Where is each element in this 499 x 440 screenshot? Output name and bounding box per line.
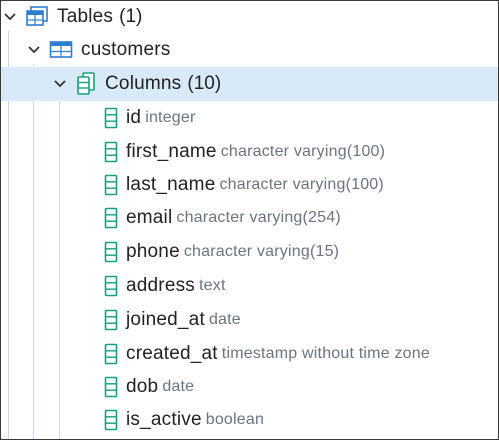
chevron-down-icon[interactable] <box>27 43 41 57</box>
column-icon <box>104 207 118 229</box>
column-name: id <box>126 107 142 128</box>
column-item[interactable]: joined_at date <box>1 304 498 336</box>
column-name: first_name <box>126 141 217 162</box>
column-name: address <box>126 275 195 296</box>
column-name: is_active <box>126 409 202 430</box>
column-icon <box>104 174 118 196</box>
chevron-down-icon[interactable] <box>53 77 67 91</box>
column-name: dob <box>126 376 159 397</box>
column-name: created_at <box>126 343 218 364</box>
column-item[interactable]: is_active boolean <box>1 404 498 436</box>
chevron-down-icon[interactable] <box>3 10 17 24</box>
tree-node-tables[interactable]: Tables (1) <box>1 1 498 33</box>
tables-count: (1) <box>119 6 143 27</box>
column-icon <box>104 309 118 331</box>
column-item[interactable]: id integer <box>1 102 498 134</box>
column-type: character varying(100) <box>220 143 386 160</box>
column-icon <box>104 141 118 163</box>
column-item[interactable]: phone character varying(15) <box>1 236 498 268</box>
column-item[interactable]: address text <box>1 270 498 302</box>
column-name: last_name <box>126 174 216 195</box>
column-item[interactable]: first_name character varying(100) <box>1 136 498 168</box>
columns-icon <box>75 72 97 96</box>
table-label: customers <box>81 39 171 60</box>
column-icon <box>104 409 118 431</box>
column-name: email <box>126 207 173 228</box>
column-item[interactable]: dob date <box>1 371 498 403</box>
column-item[interactable]: email character varying(254) <box>1 202 498 234</box>
column-item[interactable]: created_at timestamp without time zone <box>1 338 498 370</box>
tables-label: Tables <box>57 6 114 27</box>
column-type: character varying(254) <box>176 209 341 226</box>
tables-icon <box>25 6 49 28</box>
column-name: joined_at <box>126 309 205 330</box>
column-type: text <box>199 277 226 294</box>
column-name: phone <box>126 241 180 262</box>
column-type: integer <box>145 109 196 126</box>
tree-node-columns[interactable]: Columns (10) <box>1 67 498 101</box>
object-explorer-tree: Tables (1) customers Columns (10) id int… <box>0 0 499 440</box>
column-icon <box>104 107 118 129</box>
column-item[interactable]: last_name character varying(100) <box>1 169 498 201</box>
column-type: timestamp without time zone <box>221 345 430 362</box>
column-type: date <box>208 311 241 328</box>
column-type: boolean <box>205 411 265 428</box>
column-type: date <box>162 378 195 395</box>
column-type: character varying(15) <box>183 243 340 260</box>
columns-label: Columns <box>105 73 182 94</box>
columns-count: (10) <box>187 73 222 94</box>
column-icon <box>104 343 118 365</box>
column-icon <box>104 275 118 297</box>
column-type: character varying(100) <box>219 176 384 193</box>
table-icon <box>49 40 73 60</box>
column-icon <box>104 376 118 398</box>
tree-node-customers[interactable]: customers <box>1 34 498 66</box>
column-icon <box>104 241 118 263</box>
